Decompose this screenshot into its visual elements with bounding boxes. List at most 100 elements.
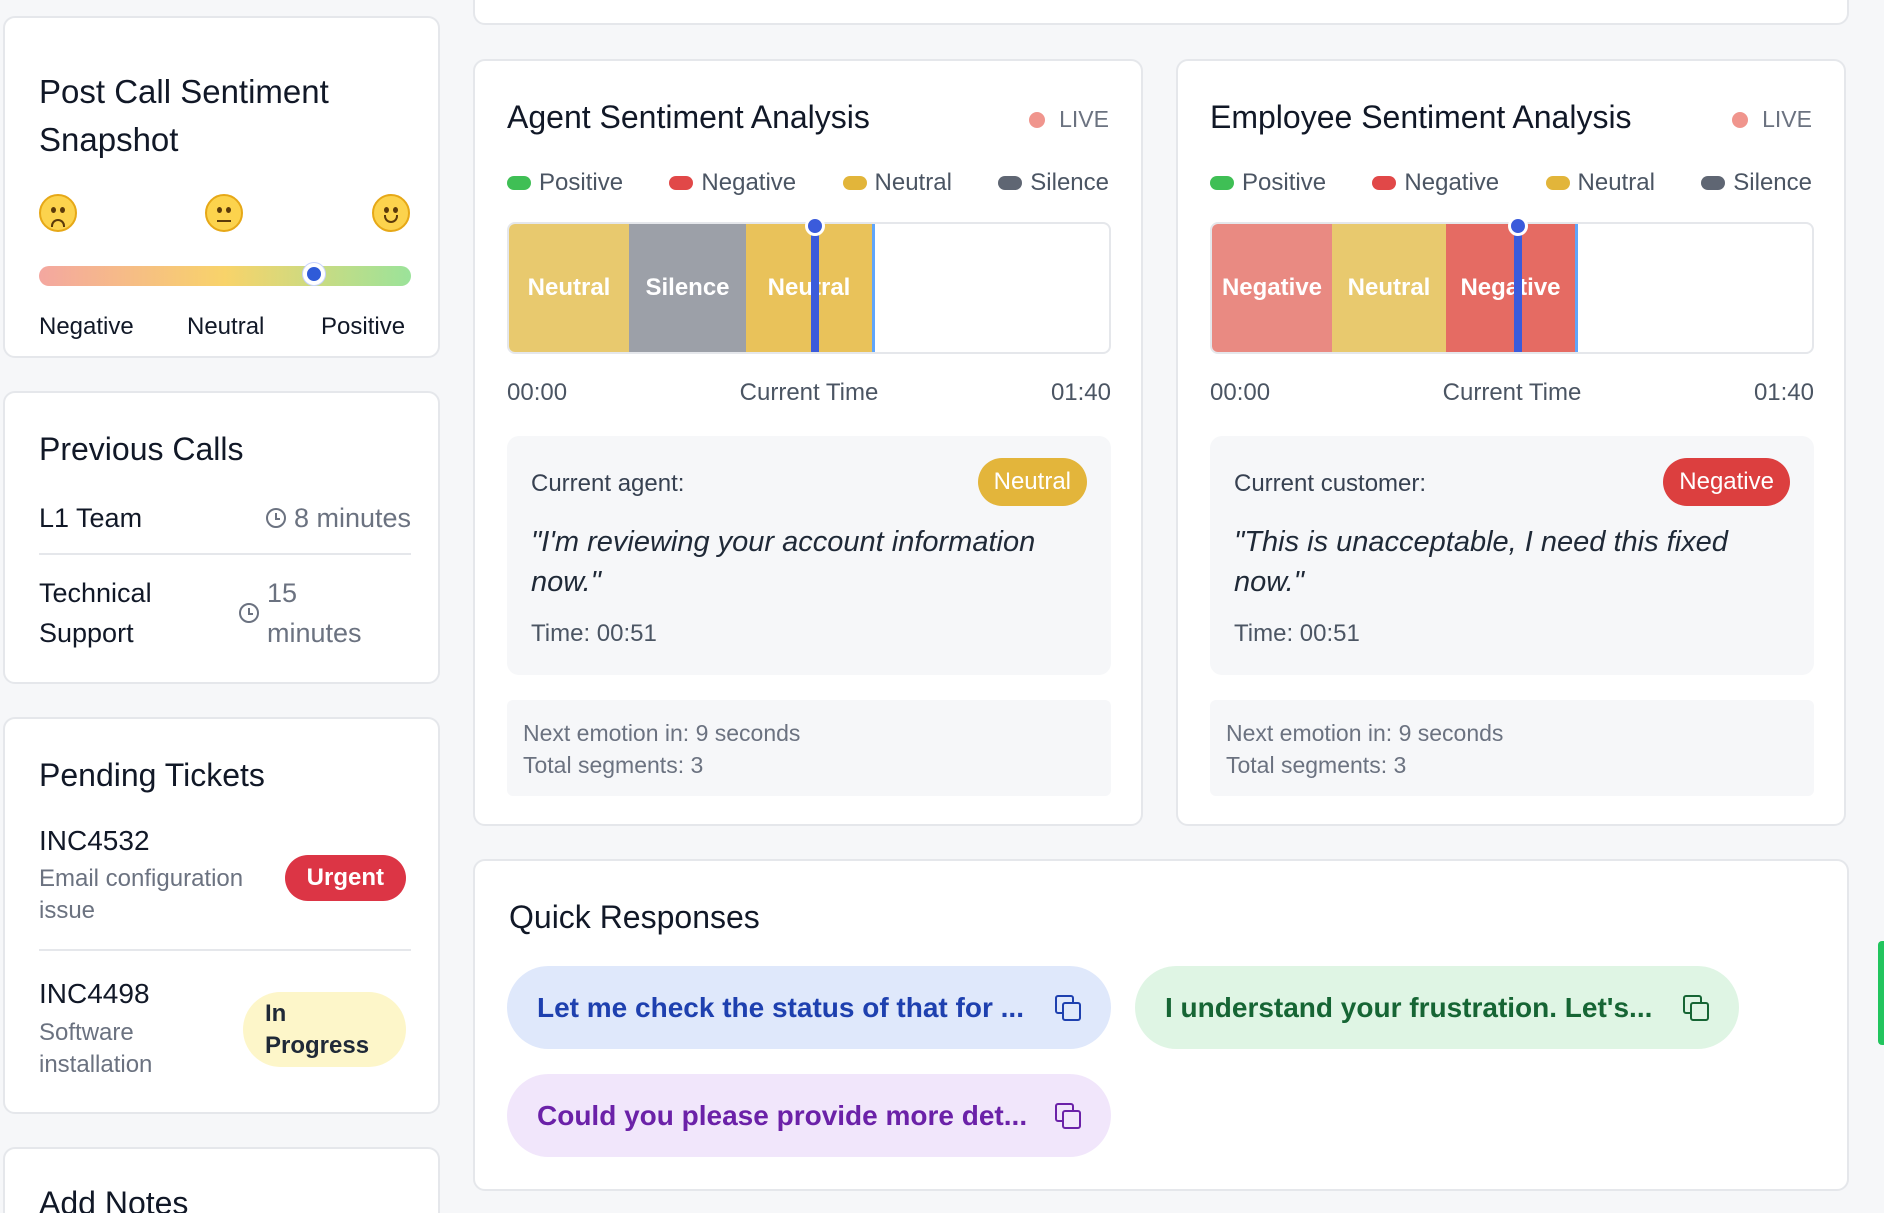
total-segments-text: Total segments: 3 <box>1226 752 1407 778</box>
quick-response-button[interactable]: Could you please provide more det... <box>507 1074 1111 1157</box>
add-notes-title: Add Notes <box>39 1185 189 1213</box>
snapshot-title: Post Call Sentiment Snapshot <box>39 73 329 158</box>
previous-call-item[interactable]: Technical Support 15 minutes <box>39 573 411 655</box>
call-duration-text: 15 minutes <box>267 578 362 648</box>
current-speaker-label: Current agent: <box>531 470 685 497</box>
top-card <box>473 0 1849 25</box>
quick-responses-title: Quick Responses <box>509 899 760 935</box>
live-label: LIVE <box>1762 106 1812 132</box>
ticket-id[interactable]: INC4498 <box>39 978 150 1010</box>
quick-response-button[interactable]: I understand your frustration. Let's... <box>1135 966 1739 1049</box>
progress-edge <box>872 224 875 352</box>
legend-label: Negative <box>1404 169 1500 196</box>
legend-neutral: Neutral <box>1545 169 1655 197</box>
call-team-name: L1 Team <box>39 503 143 533</box>
neutral-swatch-icon <box>842 176 867 190</box>
timeline-segment: Negative <box>1212 224 1332 352</box>
playhead-knob[interactable] <box>805 216 825 236</box>
positive-label: Positive <box>321 313 406 340</box>
current-sentiment-badge: Neutral <box>977 458 1087 506</box>
legend-negative: Negative <box>1372 169 1499 197</box>
divider <box>39 553 411 555</box>
current-time: Time: 00:51 <box>1234 620 1360 647</box>
silence-swatch-icon <box>1701 176 1726 190</box>
copy-icon[interactable] <box>1055 994 1081 1021</box>
progress-edge <box>1575 224 1578 352</box>
current-speaker-label: Current customer: <box>1234 470 1427 497</box>
timeline-current-label: Current Time <box>739 379 879 406</box>
timeline-current-label: Current Time <box>1442 379 1582 406</box>
previous-calls-title: Previous Calls <box>39 431 244 467</box>
call-duration: 8 minutes <box>265 498 411 538</box>
timeline-segment: Neutral <box>746 224 872 352</box>
current-sentiment-badge: Negative <box>1663 458 1790 506</box>
live-label: LIVE <box>1059 106 1109 132</box>
playhead-line[interactable] <box>811 224 819 352</box>
dashboard: Post Call Sentiment Snapshot Negative Ne… <box>0 0 1884 1213</box>
neutral-face-icon <box>205 194 243 232</box>
call-team-name: Technical Support <box>39 578 152 648</box>
timeline-segment: Neutral <box>1332 224 1446 352</box>
playhead-line[interactable] <box>1514 224 1522 352</box>
legend-positive: Positive <box>507 169 623 197</box>
previous-calls-card: Previous Calls L1 Team 8 minutes Technic… <box>3 391 440 684</box>
live-indicator: LIVE <box>1029 106 1109 133</box>
legend-label: Neutral <box>1577 169 1655 196</box>
sentiment-timeline[interactable]: Neutral Silence Neutral <box>507 222 1111 354</box>
timeline-end: 01:40 <box>1050 379 1111 406</box>
total-segments-text: Total segments: 3 <box>523 752 704 778</box>
playhead-knob[interactable] <box>1508 216 1528 236</box>
agent-sentiment-card: Agent Sentiment Analysis LIVE Positive N… <box>473 59 1143 826</box>
timeline-segment: Negative <box>1446 224 1575 352</box>
sentiment-slider-knob[interactable] <box>303 263 326 285</box>
neutral-swatch-icon <box>1545 176 1570 190</box>
quick-response-button[interactable]: Let me check the status of that for ... <box>507 966 1111 1049</box>
copy-icon[interactable] <box>1683 994 1709 1021</box>
timeline-segment: Neutral <box>509 224 629 352</box>
quick-response-text: I understand your frustration. Let's... <box>1165 991 1653 1023</box>
legend-label: Positive <box>539 169 624 196</box>
current-sentiment-box: Current agent: Neutral "I'm reviewing yo… <box>507 436 1111 675</box>
legend-negative: Negative <box>669 169 796 197</box>
employee-sentiment-card: Employee Sentiment Analysis LIVE Positiv… <box>1176 59 1846 826</box>
next-emotion-box: Next emotion in: 9 seconds Total segment… <box>1210 700 1814 796</box>
quick-response-text: Could you please provide more det... <box>537 1099 1028 1131</box>
current-quote: "I'm reviewing your account information … <box>531 526 1036 598</box>
ticket-id[interactable]: INC4532 <box>39 825 150 857</box>
sentiment-legend: Positive Negative Neutral Silence <box>1210 169 1812 197</box>
current-time: Time: 00:51 <box>531 620 657 647</box>
legend-label: Negative <box>701 169 797 196</box>
ticket-description: Software installation <box>39 1019 153 1078</box>
quick-response-text: Let me check the status of that for ... <box>537 991 1024 1023</box>
timeline-end: 01:40 <box>1753 379 1814 406</box>
live-indicator: LIVE <box>1732 106 1812 133</box>
silence-swatch-icon <box>998 176 1023 190</box>
legend-label: Neutral <box>874 169 952 196</box>
call-duration: 15 minutes <box>239 573 399 653</box>
agent-sentiment-title: Agent Sentiment Analysis <box>507 99 870 135</box>
current-sentiment-box: Current customer: Negative "This is unac… <box>1210 436 1814 675</box>
employee-sentiment-title: Employee Sentiment Analysis <box>1210 99 1632 135</box>
sad-face-icon <box>39 194 77 232</box>
pending-tickets-title: Pending Tickets <box>39 757 265 793</box>
copy-icon[interactable] <box>1055 1102 1081 1129</box>
pending-tickets-card: Pending Tickets INC4532 Email configurat… <box>3 717 440 1114</box>
next-emotion-box: Next emotion in: 9 seconds Total segment… <box>507 700 1111 796</box>
call-duration-text: 8 minutes <box>293 503 411 533</box>
negative-swatch-icon <box>669 176 694 190</box>
sentiment-snapshot-card: Post Call Sentiment Snapshot Negative Ne… <box>3 16 440 358</box>
add-notes-card: Add Notes <box>3 1147 440 1213</box>
negative-label: Negative <box>39 313 134 340</box>
happy-face-icon <box>372 194 410 232</box>
clock-icon <box>265 508 286 528</box>
timeline-segment: Silence <box>629 224 746 352</box>
legend-silence: Silence <box>1701 169 1812 197</box>
sentiment-slider[interactable] <box>39 263 411 286</box>
next-emotion-text: Next emotion in: 9 seconds <box>1226 720 1504 746</box>
sentiment-timeline[interactable]: Negative Neutral Negative <box>1210 222 1814 354</box>
legend-label: Positive <box>1242 169 1327 196</box>
side-panel-tab[interactable] <box>1878 941 1884 1045</box>
legend-label: Silence <box>1733 169 1812 196</box>
negative-swatch-icon <box>1372 176 1397 190</box>
ticket-status-badge: Urgent <box>284 855 406 901</box>
